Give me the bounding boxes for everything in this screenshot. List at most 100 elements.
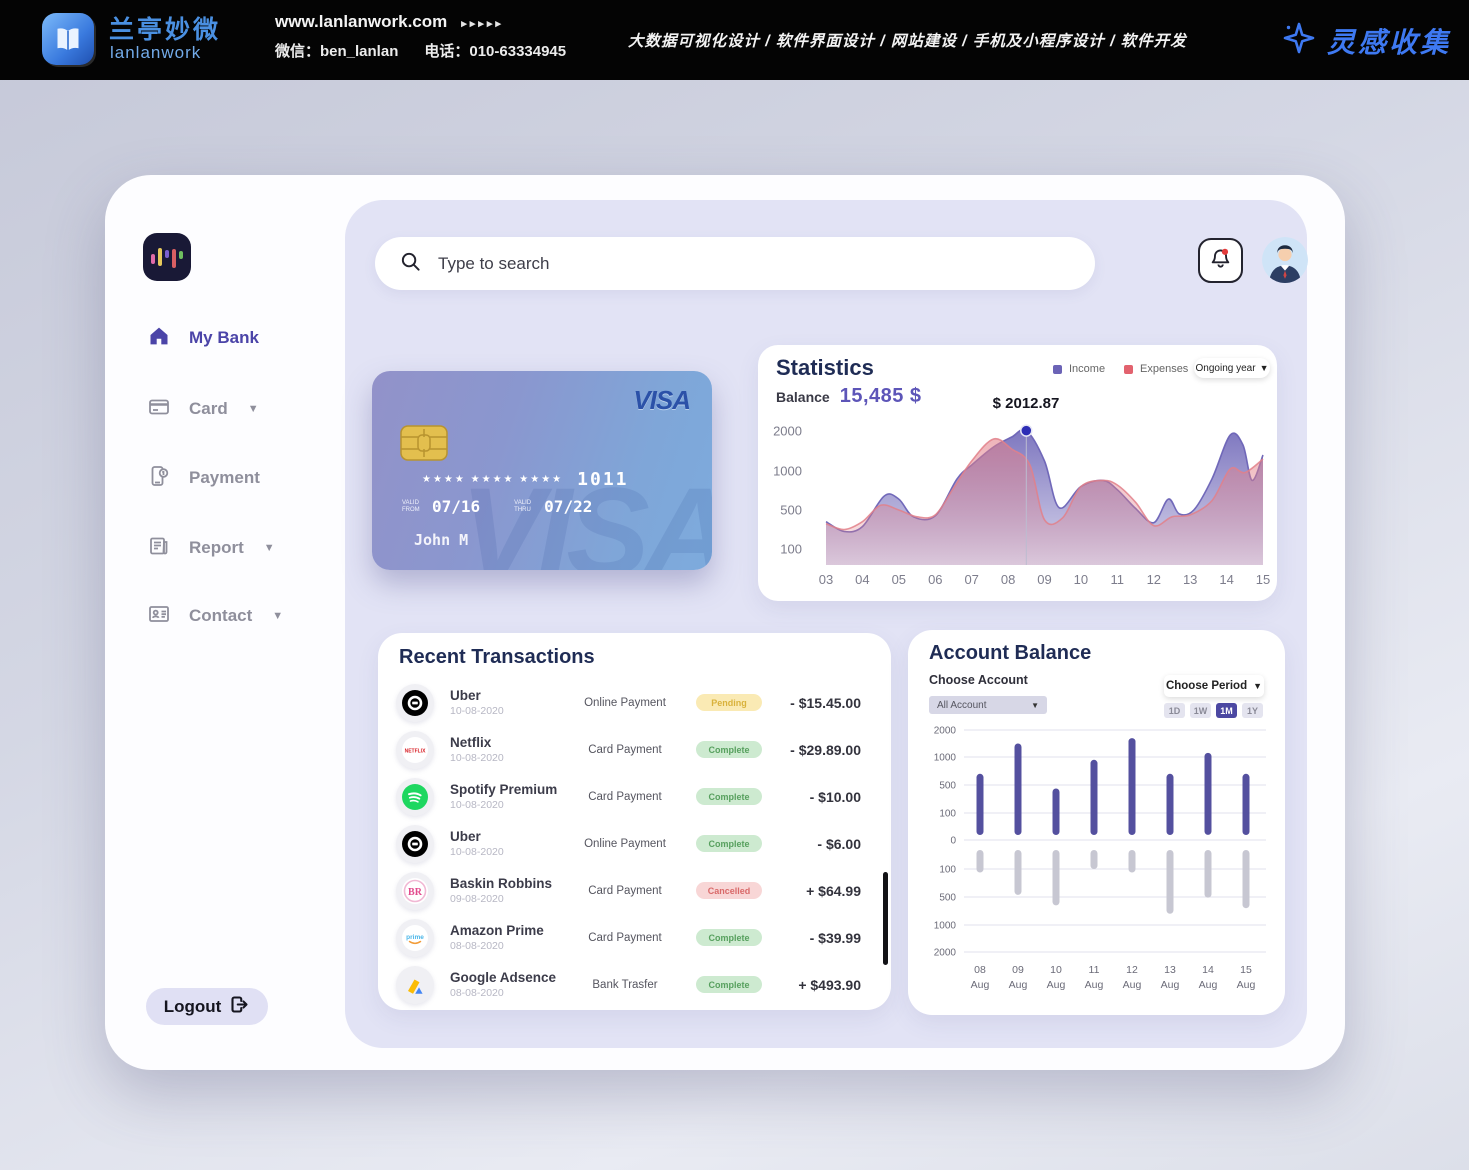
svg-text:09: 09: [1037, 572, 1051, 587]
app-window: My Bank Card ▼ Payment Report ▼ Contact …: [105, 175, 1345, 1070]
sidebar-item-card[interactable]: Card ▼: [147, 394, 259, 424]
valid-thru-label: VALID THRU: [514, 500, 538, 514]
svg-text:03: 03: [819, 572, 833, 587]
spotify-logo-icon: [396, 778, 434, 816]
website-url[interactable]: www.lanlanwork.com: [275, 12, 447, 31]
sidebar-item-contact[interactable]: Contact ▼: [147, 601, 283, 631]
legend-income: Income: [1053, 363, 1105, 375]
account-balance-panel: Account Balance Choose Account All Accou…: [908, 630, 1285, 1015]
transaction-row[interactable]: primeAmazon Prime08-08-2020Card PaymentC…: [378, 914, 891, 961]
sidebar-item-label: Payment: [189, 468, 260, 488]
chevron-down-icon: ▼: [1031, 701, 1039, 710]
svg-text:11: 11: [1111, 572, 1125, 587]
payment-method: Bank Trasfer: [570, 979, 680, 991]
svg-text:1000: 1000: [934, 753, 957, 764]
period-1w-button[interactable]: 1W: [1190, 703, 1211, 718]
transaction-row[interactable]: BRBaskin Robbins09-08-2020Card PaymentCa…: [378, 867, 891, 914]
svg-text:06: 06: [928, 572, 942, 587]
logout-button-label: Logout: [164, 997, 222, 1017]
sidebar-item-report[interactable]: Report ▼: [147, 533, 275, 563]
svg-text:14: 14: [1202, 964, 1214, 976]
account-balance-chart[interactable]: 2000100050010001005001000200008Aug09Aug1…: [918, 725, 1273, 1005]
transaction-date: 10-08-2020: [450, 752, 570, 764]
scrollbar[interactable]: [883, 872, 888, 965]
period-1m-button[interactable]: 1M: [1216, 703, 1237, 718]
choose-account-label: Choose Account: [929, 673, 1028, 687]
arrows-decoration: ▸▸▸▸▸: [461, 18, 504, 30]
period-1d-button[interactable]: 1D: [1164, 703, 1185, 718]
svg-text:100: 100: [939, 865, 956, 876]
card-holder-name: John M: [414, 531, 468, 549]
svg-text:Aug: Aug: [1161, 979, 1180, 991]
svg-text:2000: 2000: [773, 424, 802, 439]
transaction-amount: + $64.99: [778, 883, 891, 899]
user-avatar[interactable]: [1262, 237, 1308, 283]
report-icon: [147, 534, 171, 563]
collect-logo-text: 灵感收集: [1327, 21, 1451, 61]
transaction-row[interactable]: Uber10-08-2020Online PaymentComplete- $6…: [378, 820, 891, 867]
income-swatch: [1053, 365, 1062, 374]
search-bar[interactable]: [375, 237, 1095, 290]
transaction-row[interactable]: NETFLIXNetflix10-08-2020Card PaymentComp…: [378, 726, 891, 773]
book-logo-icon: [42, 13, 94, 65]
merchant-name: Amazon Prime: [450, 923, 570, 938]
logout-button[interactable]: Logout: [146, 988, 268, 1025]
transaction-date: 09-08-2020: [450, 893, 570, 905]
svg-text:Aug: Aug: [1047, 979, 1066, 991]
payment-icon: [147, 464, 171, 493]
credit-card[interactable]: VISA VISA ★★★★ ★★★★ ★★★★ 1011 VALID FROM…: [372, 371, 712, 570]
sidebar-item-label: Card: [189, 399, 228, 419]
app-logo-icon[interactable]: [143, 233, 191, 281]
account-select[interactable]: All Account ▼: [929, 696, 1047, 714]
choose-period-dropdown[interactable]: Choose Period▼: [1164, 675, 1264, 697]
svg-text:14: 14: [1219, 572, 1233, 587]
brand-name-cn: 兰亭妙微: [109, 10, 221, 46]
statistics-chart[interactable]: 2000100050010003040506070809101112131415: [758, 405, 1277, 600]
svg-text:12: 12: [1126, 964, 1138, 976]
svg-text:04: 04: [855, 572, 869, 587]
transaction-date: 10-08-2020: [450, 799, 570, 811]
svg-text:09: 09: [1012, 964, 1024, 976]
transaction-row[interactable]: Uber10-08-2020Online PaymentPending- $15…: [378, 679, 891, 726]
svg-text:10: 10: [1050, 964, 1062, 976]
legend-expenses: Expenses: [1124, 363, 1188, 375]
period-1y-button[interactable]: 1Y: [1242, 703, 1263, 718]
status-badge: Complete: [696, 788, 762, 805]
svg-text:NETFLIX: NETFLIX: [405, 748, 426, 754]
transaction-date: 10-08-2020: [450, 705, 570, 717]
merchant-name: Uber: [450, 829, 570, 844]
svg-text:15: 15: [1256, 572, 1270, 587]
svg-text:Aug: Aug: [1199, 979, 1218, 991]
sidebar-item-payment[interactable]: Payment: [147, 463, 260, 493]
uber-logo-icon: [396, 825, 434, 863]
svg-text:500: 500: [939, 893, 956, 904]
svg-text:11: 11: [1089, 964, 1100, 976]
transaction-row[interactable]: Spotify Premium10-08-2020Card PaymentCom…: [378, 773, 891, 820]
brand-name-en: lanlanwork: [110, 43, 201, 63]
svg-text:08: 08: [1001, 572, 1015, 587]
payment-method: Card Payment: [570, 885, 680, 897]
transaction-amount: - $29.89.00: [778, 742, 891, 758]
svg-text:1000: 1000: [773, 464, 802, 479]
svg-text:07: 07: [964, 572, 978, 587]
valid-from-label: VALID FROM: [402, 500, 426, 514]
sidebar-item-label: Contact: [189, 606, 252, 626]
top-banner: 兰亭妙微 lanlanwork www.lanlanwork.com▸▸▸▸▸ …: [0, 0, 1469, 80]
svg-text:Aug: Aug: [1085, 979, 1104, 991]
status-badge: Cancelled: [696, 882, 762, 899]
svg-text:Aug: Aug: [1123, 979, 1142, 991]
transaction-date: 08-08-2020: [450, 940, 570, 952]
ongoing-year-dropdown[interactable]: Ongoing year▼: [1194, 358, 1270, 378]
sidebar-item-my-bank[interactable]: My Bank: [147, 323, 259, 353]
merchant-name: Netflix: [450, 735, 570, 750]
transaction-row[interactable]: Google Adsence08-08-2020Bank TrasferComp…: [378, 961, 891, 1008]
svg-text:100: 100: [939, 809, 956, 820]
card-number-last4: 1011: [577, 469, 628, 490]
valid-thru-value: 07/22: [544, 497, 592, 516]
status-badge: Pending: [696, 694, 762, 711]
transaction-date: 08-08-2020: [450, 987, 570, 999]
search-input[interactable]: [438, 254, 1038, 274]
spark-icon: [1281, 20, 1317, 61]
notifications-button[interactable]: [1198, 238, 1243, 283]
transaction-amount: - $39.99: [778, 930, 891, 946]
